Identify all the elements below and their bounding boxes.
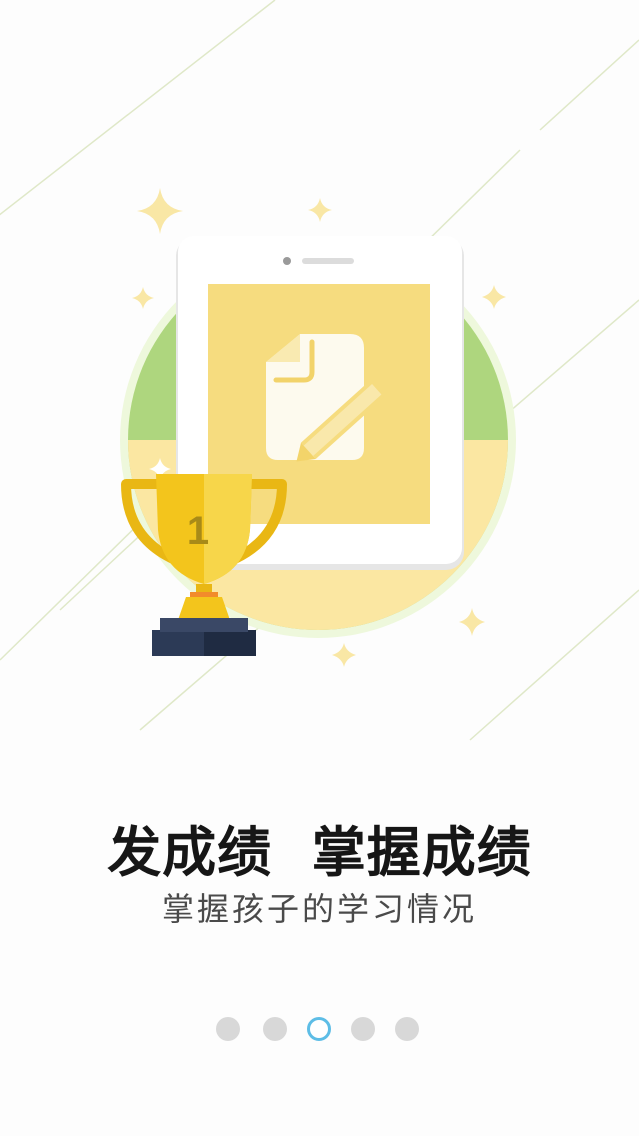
- page-dot-5[interactable]: [395, 1017, 419, 1041]
- onboarding-illustration: 1: [0, 0, 639, 741]
- page-dot-2[interactable]: [263, 1017, 287, 1041]
- page-dot-3[interactable]: [307, 1017, 331, 1041]
- headline-subtitle: 掌握孩子的学习情况: [161, 890, 477, 928]
- page-dot-4[interactable]: [351, 1017, 375, 1041]
- pagination-indicator: [0, 1017, 639, 1041]
- onboarding-screen: 1 发成绩 掌握成绩 掌握孩子的学习情况: [0, 0, 639, 1136]
- trophy-rank: 1: [187, 509, 209, 553]
- headline-title: 发成绩 掌握成绩: [107, 821, 532, 884]
- page-dot-1[interactable]: [216, 1017, 240, 1041]
